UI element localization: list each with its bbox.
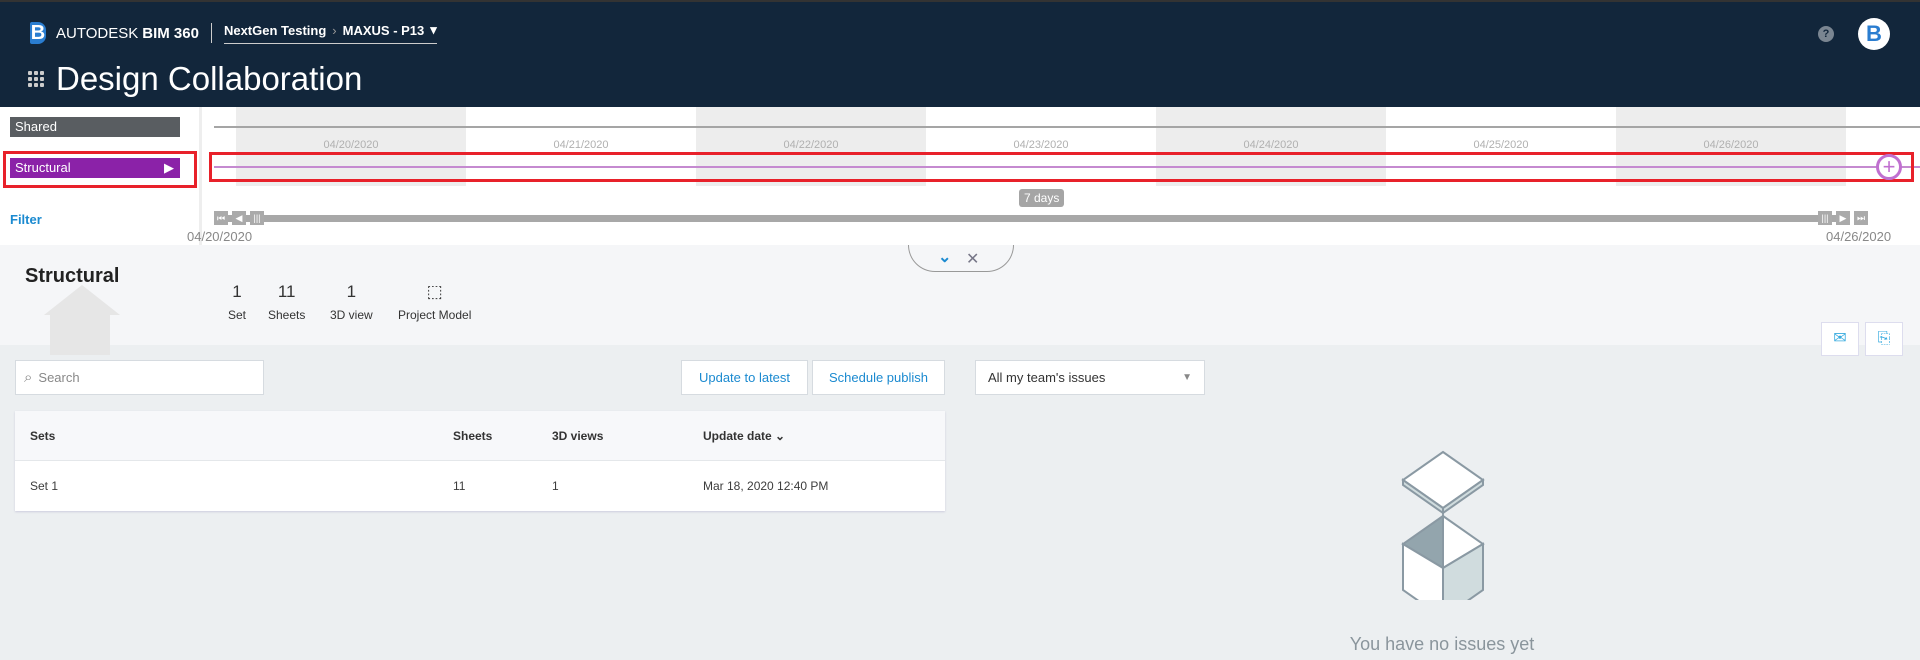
house-icon bbox=[44, 285, 120, 315]
filter-link[interactable]: Filter bbox=[10, 212, 42, 227]
date-label: 04/20/2020 bbox=[323, 139, 379, 151]
update-to-latest-button[interactable]: Update to latest bbox=[681, 360, 808, 395]
date-label: 04/21/2020 bbox=[553, 139, 609, 151]
caret-down-icon: ▾ bbox=[430, 22, 437, 37]
project-name: MAXUS - P13 bbox=[342, 22, 425, 38]
sets-table: Sets Sheets 3D views Update date ⌄ Set 1… bbox=[15, 411, 945, 511]
range-end-date: 04/26/2020 bbox=[1826, 229, 1892, 244]
package-title: Structural bbox=[25, 265, 120, 287]
bim360-logo-icon: B bbox=[30, 22, 46, 44]
app-title-text: Design Collaboration bbox=[56, 60, 363, 97]
date-label: 04/24/2020 bbox=[1243, 139, 1299, 151]
issues-filter-value: All my team's issues bbox=[988, 370, 1106, 385]
cell: Set 1 bbox=[30, 479, 59, 493]
range-start-date: 04/20/2020 bbox=[187, 229, 253, 244]
range-start-handle[interactable]: ||| bbox=[250, 211, 264, 225]
app-switcher-icon[interactable] bbox=[28, 71, 44, 87]
help-icon[interactable]: ? bbox=[1818, 26, 1834, 42]
stat-sets: 1 Set bbox=[228, 282, 247, 322]
range-end-handle[interactable]: ||| bbox=[1818, 211, 1832, 225]
brand-name: AUTODESK bbox=[56, 24, 139, 42]
panel-tab bbox=[908, 245, 1014, 272]
col-update-date[interactable]: Update date ⌄ bbox=[703, 429, 785, 443]
timeline-panel: Shared Structural ▶ Filter 04/20/2020 04/… bbox=[0, 107, 1920, 245]
date-label: 04/22/2020 bbox=[783, 139, 839, 151]
cell: 11 bbox=[453, 479, 466, 493]
package-label: Structural bbox=[15, 160, 71, 175]
date-label: 04/23/2020 bbox=[1013, 139, 1069, 151]
chevron-down-icon[interactable]: ⌄ bbox=[938, 247, 951, 267]
stat-sheets: 11 Sheets bbox=[268, 282, 306, 322]
sort-desc-icon: ⌄ bbox=[775, 429, 786, 443]
share-document-icon[interactable]: ⎘ bbox=[1865, 322, 1903, 356]
issues-filter-select[interactable]: All my team's issues ▼ bbox=[975, 360, 1205, 395]
app-title: Design Collaboration bbox=[28, 60, 362, 98]
col-sets[interactable]: Sets bbox=[30, 429, 55, 443]
add-version-icon[interactable]: + bbox=[1876, 154, 1902, 180]
top-header: B AUTODESK BIM 360 NextGen Testing › MAXUS… bbox=[0, 0, 1920, 107]
schedule-publish-button[interactable]: Schedule publish bbox=[812, 360, 945, 395]
stat-3d-views: 1 3D view bbox=[330, 282, 373, 322]
highlight-box bbox=[209, 152, 1914, 182]
date-label: 04/25/2020 bbox=[1473, 139, 1529, 151]
product-name: BIM 360 bbox=[142, 24, 199, 42]
package-summary: ⌄ ✕ Structural 1 Set 11 Sheets 1 3D view ⬚ P… bbox=[0, 245, 1920, 356]
search-input[interactable]: ⌕ Search bbox=[15, 360, 264, 395]
skip-start-icon[interactable]: ⏮ bbox=[214, 211, 228, 225]
range-tooltip: 7 days bbox=[1019, 189, 1065, 207]
close-icon[interactable]: ✕ bbox=[966, 249, 979, 269]
col-3d-views[interactable]: 3D views bbox=[552, 429, 603, 443]
cell: 1 bbox=[552, 479, 559, 493]
shared-track bbox=[214, 126, 1920, 128]
no-issues-message: You have no issues yet bbox=[1349, 634, 1535, 654]
account-name: NextGen Testing bbox=[223, 22, 327, 38]
range-slider[interactable] bbox=[214, 215, 1844, 222]
brand: B AUTODESK BIM 360 NextGen Testing › MAXUS… bbox=[30, 22, 437, 44]
package-shared[interactable]: Shared bbox=[10, 117, 180, 137]
cell: Mar 18, 2020 12:40 PM bbox=[703, 479, 829, 493]
step-forward-icon[interactable]: ▶ bbox=[1836, 211, 1850, 225]
stat-project-model[interactable]: ⬚ Project Model bbox=[398, 282, 471, 322]
avatar[interactable]: B bbox=[1858, 18, 1890, 50]
date-label: 04/26/2020 bbox=[1703, 139, 1759, 151]
project-selector[interactable]: NextGen Testing › MAXUS - P13 ▾ bbox=[223, 22, 437, 44]
email-icon[interactable]: ✉ bbox=[1821, 322, 1859, 356]
col-sheets[interactable]: Sheets bbox=[453, 429, 492, 443]
table-header: Sets Sheets 3D views Update date ⌄ bbox=[15, 411, 945, 461]
search-placeholder: Search bbox=[38, 370, 80, 385]
package-structural[interactable]: Structural ▶ bbox=[10, 158, 180, 178]
step-back-icon[interactable]: ◀ bbox=[232, 211, 246, 225]
table-row[interactable]: Set 1 11 1 Mar 18, 2020 12:40 PM bbox=[15, 461, 945, 511]
search-icon: ⌕ bbox=[24, 369, 33, 386]
cube-icon: ⬚ bbox=[426, 282, 443, 301]
caret-down-icon: ▼ bbox=[1182, 372, 1192, 383]
skip-end-icon[interactable]: ⏭ bbox=[1854, 211, 1868, 225]
empty-box-icon bbox=[1401, 450, 1485, 600]
package-sidebar: Shared Structural ▶ Filter bbox=[0, 107, 202, 245]
play-icon: ▶ bbox=[164, 160, 174, 175]
